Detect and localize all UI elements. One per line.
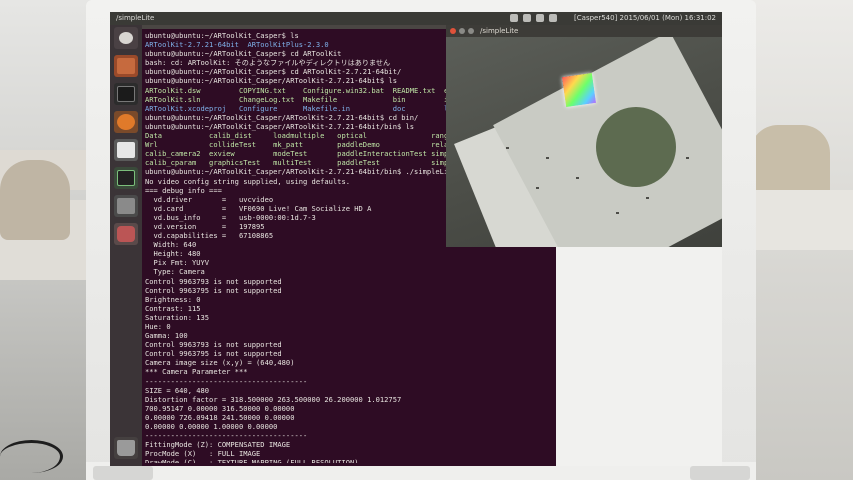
network-icon[interactable] [536, 14, 544, 22]
files-icon[interactable] [114, 55, 138, 77]
launcher [110, 25, 142, 466]
chair [0, 160, 70, 240]
camera-window[interactable]: /simpleLite [446, 25, 722, 247]
printed-figure [616, 212, 619, 214]
terminal-line: Type: Camera [145, 267, 205, 277]
terminal-line: Contrast: 115 [145, 303, 201, 313]
terminal-line: -------------------------------------- [145, 431, 308, 441]
terminal-line: Control 9963793 is not supported [145, 340, 282, 350]
printed-figure [686, 157, 689, 159]
system-monitor-icon[interactable] [114, 167, 138, 189]
clock[interactable]: [Casper540] 2015/06/01 (Mon) 16:31:02 [574, 12, 716, 25]
terminal-icon[interactable] [114, 83, 138, 105]
terminal-line: *** Camera Parameter *** [145, 367, 248, 377]
terminal-line: ProcMode (X) : FULL IMAGE [145, 449, 261, 459]
ar-cube [562, 73, 596, 107]
terminal-line: Distortion factor = 318.500000 263.50000… [145, 394, 402, 404]
printed-figure [536, 187, 539, 189]
maximize-icon[interactable] [468, 28, 474, 34]
camera-window-title: /simpleLite [480, 27, 519, 35]
printed-figure [546, 157, 549, 159]
mail-icon[interactable] [523, 14, 531, 22]
printed-figure [576, 177, 579, 179]
terminal-line: 0.00000 726.09418 241.50000 0.00000 [145, 412, 295, 422]
window-icon[interactable] [114, 195, 138, 217]
terminal-line: Hue: 0 [145, 322, 171, 331]
terminal-line: Camera image size (x,y) = (640,480) [145, 358, 295, 368]
terminal-line: 0.00000 0.00000 1.00000 0.00000 [145, 422, 278, 432]
laptop-hinge [690, 466, 750, 480]
cable [0, 440, 63, 473]
camera-window-titlebar[interactable]: /simpleLite [446, 25, 722, 37]
terminal-line: 700.95147 0.00000 316.50000 0.00000 [145, 403, 295, 413]
terminal-line: Control 9963795 is not supported [145, 349, 282, 359]
trash-icon[interactable] [114, 437, 138, 459]
laptop-screen: /simpleLite [Casper540] 2015/06/01 (Mon)… [110, 12, 722, 466]
terminal-line: Control 9963793 is not supported [145, 276, 282, 286]
terminal-line: Brightness: 0 [145, 294, 201, 304]
terminal-line: DrawMode (C) : TEXTURE MAPPING (FULL RES… [145, 458, 359, 463]
settings-icon[interactable] [114, 223, 138, 245]
active-window-title: /simpleLite [116, 14, 155, 22]
top-panel: /simpleLite [Casper540] 2015/06/01 (Mon)… [110, 12, 722, 25]
firefox-icon[interactable] [114, 111, 138, 133]
document-icon[interactable] [114, 139, 138, 161]
printed-figure [646, 197, 649, 199]
minimize-icon[interactable] [459, 28, 465, 34]
terminal-line: Gamma: 100 [145, 331, 188, 341]
terminal-line: Pix Fmt: YUYV [145, 258, 210, 268]
terminal-line: Control 9963795 is not supported [145, 285, 282, 295]
printed-figure [506, 147, 509, 149]
terminal-line: Height: 480 [145, 249, 201, 259]
terminal-line: SIZE = 640, 480 [145, 385, 210, 395]
printed-image [596, 107, 676, 187]
system-tray[interactable] [510, 14, 557, 22]
terminal-line: -------------------------------------- [145, 376, 308, 386]
camera-view [446, 37, 722, 247]
ubuntu-icon[interactable] [114, 27, 138, 49]
volume-icon[interactable] [549, 14, 557, 22]
terminal-line: FittingMode (Z): COMPENSATED IMAGE [145, 440, 291, 450]
desktop-background [556, 247, 722, 466]
keyboard-icon[interactable] [510, 14, 518, 22]
laptop-hinge [93, 466, 153, 480]
desk [740, 190, 853, 250]
terminal-line: Saturation: 135 [145, 312, 210, 322]
close-icon[interactable] [450, 28, 456, 34]
